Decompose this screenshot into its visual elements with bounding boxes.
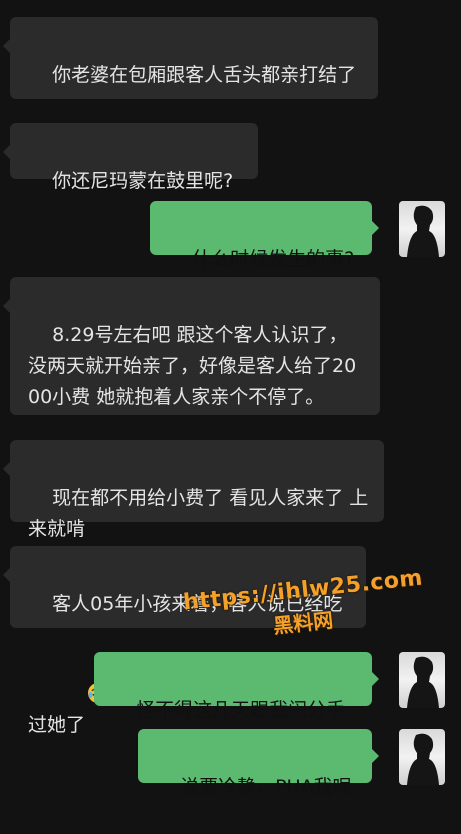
laughing-crying-emoji-icon [87, 620, 109, 703]
person-silhouette-icon [407, 733, 439, 785]
message-text: 8.29号左右吧 跟这个客人认识了，没两天就开始亲了，好像是客人给了2000小费… [28, 324, 357, 408]
incoming-message-bubble[interactable]: 你老婆在包厢跟客人舌头都亲打结了 [3, 17, 378, 99]
message-text: 什么时候发生的事? [192, 248, 355, 270]
incoming-message-bubble[interactable]: 你还尼玛蒙在鼓里呢? [3, 123, 258, 192]
user-avatar[interactable] [399, 201, 445, 257]
person-silhouette-icon [407, 656, 439, 708]
message-text: 现在都不用给小费了 看见人家来了 上来就啃 [28, 487, 369, 540]
outgoing-message-bubble[interactable]: 什么时候发生的事? [150, 201, 379, 270]
message-text: 说要冷静，PUA我呢 [180, 776, 352, 798]
incoming-message-bubble[interactable]: 现在都不用给小费了 看见人家来了 上来就啃 [3, 440, 384, 540]
outgoing-message-bubble[interactable]: 说要冷静，PUA我呢 [138, 729, 379, 798]
message-text: 你老婆在包厢跟客人舌头都亲打结了 [52, 64, 357, 86]
user-avatar[interactable] [399, 729, 445, 785]
incoming-message-bubble[interactable]: 8.29号左右吧 跟这个客人认识了，没两天就开始亲了，好像是客人给了2000小费… [3, 277, 380, 415]
incoming-message-bubble[interactable]: 客人05年小孩来着，客人说已经吃过她了 [3, 546, 366, 736]
user-avatar[interactable] [399, 652, 445, 708]
outgoing-message-bubble[interactable]: 怪不得这几天跟我闹分手 [94, 652, 379, 721]
person-silhouette-icon [407, 205, 439, 257]
message-text: 你还尼玛蒙在鼓里呢? [52, 170, 234, 192]
chat-conversation: 你老婆在包厢跟客人舌头都亲打结了 你还尼玛蒙在鼓里呢? 什么时候发生的事? 8.… [0, 0, 461, 800]
message-text: 怪不得这几天跟我闹分手 [136, 699, 346, 721]
